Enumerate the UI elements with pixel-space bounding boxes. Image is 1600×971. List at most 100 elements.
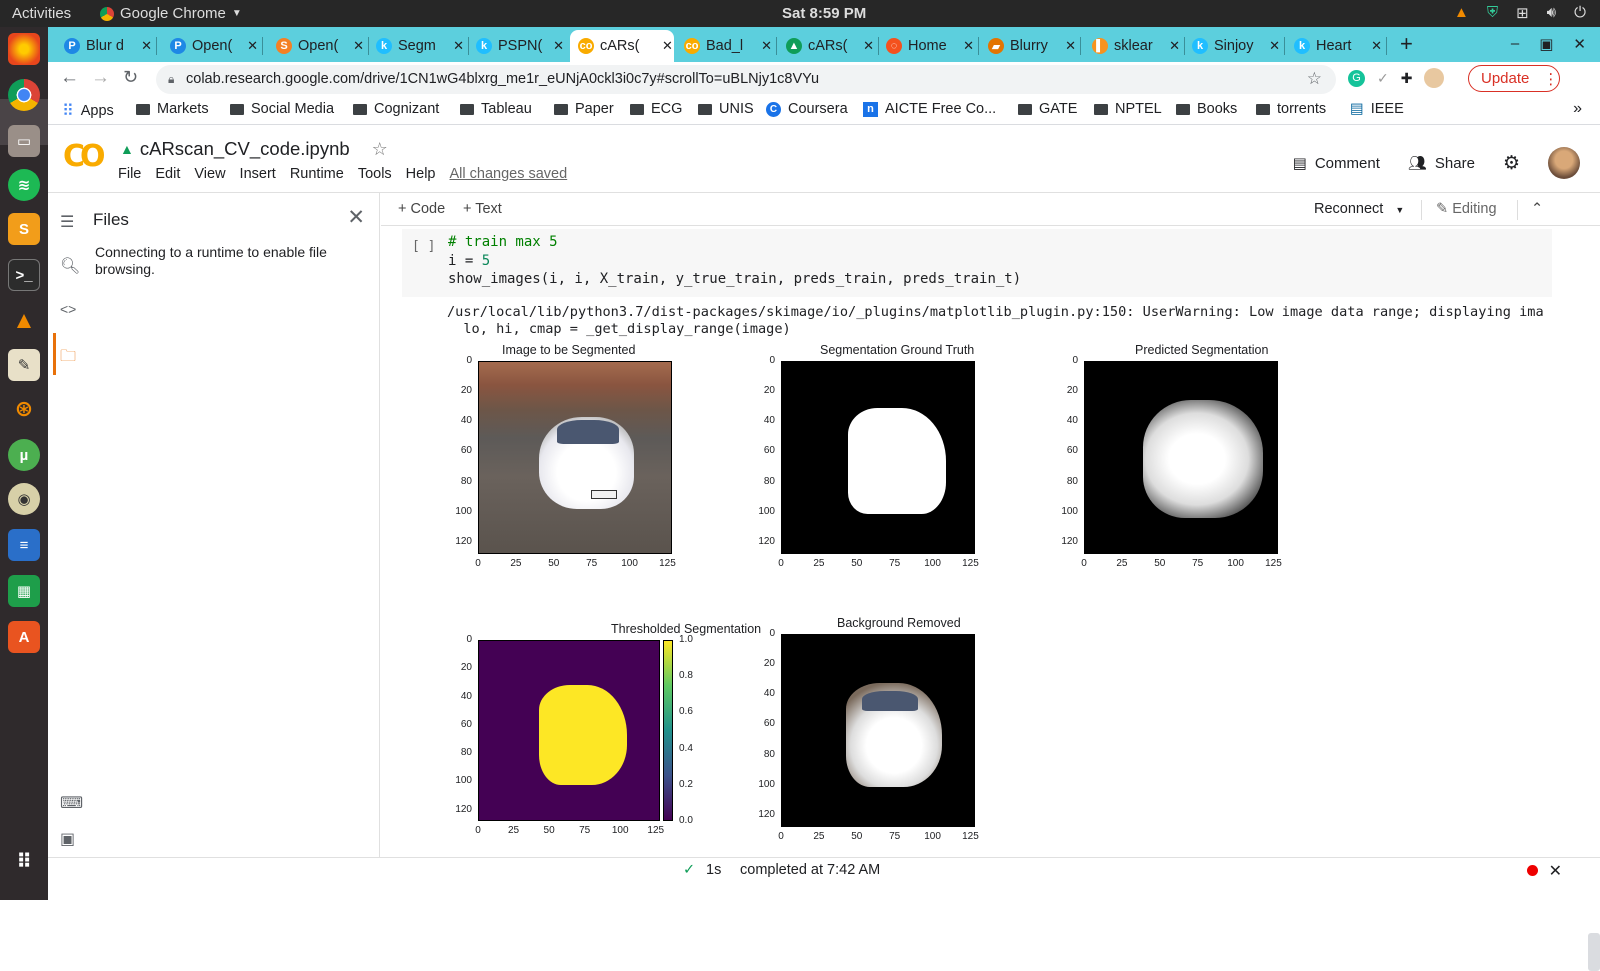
activities-button[interactable]: Activities [12,5,71,22]
volume-icon[interactable]: 🔊︎ [1547,4,1556,22]
collapse-chevron-up-icon[interactable]: ⌃ [1531,201,1543,217]
close-window-icon[interactable]: ✕ [1573,35,1586,53]
bookmark-books[interactable]: Books [1176,101,1237,117]
bookmark-ieee[interactable]: ▤ IEEE [1350,101,1404,117]
code-cell[interactable]: [ ] # train max 5 i = 5 show_images(i, i… [402,229,1552,297]
tab-8[interactable]: ▲ cARs(✕ [778,30,874,62]
minimize-icon[interactable]: – [1511,35,1519,53]
bookmarks-overflow-icon[interactable]: » [1573,100,1582,118]
bookmark-aicte-free-co[interactable]: n AICTE Free Co... [863,101,996,117]
update-button[interactable]: Update ⋮ [1468,65,1560,92]
check-extension-icon[interactable]: ✓ [1377,70,1389,87]
sublime-text-icon[interactable]: S [8,213,40,245]
tab-close-icon[interactable]: ✕ [553,38,564,54]
spotify-icon[interactable]: ≋ [8,169,40,201]
software-center-icon[interactable]: A [8,621,40,653]
terminal-panel-icon[interactable]: ▣ [60,829,75,849]
tab-7[interactable]: co Bad_l ✕ [676,30,772,62]
bookmark-torrents[interactable]: torrents [1256,101,1326,117]
tab-close-icon[interactable]: ✕ [247,38,258,54]
bookmark-unis[interactable]: UNIS [698,101,754,117]
reload-icon[interactable]: ↻ [123,67,138,88]
app-menu[interactable]: Google Chrome ▼ [100,5,242,22]
code-editor[interactable]: # train max 5 i = 5 show_images(i, i, X_… [448,233,1021,289]
address-bar[interactable]: 🔒︎ colab.research.google.com/drive/1CN1w… [156,65,1336,94]
clock[interactable]: Sat 8:59 PM [782,5,866,22]
toc-icon[interactable]: ☰ [60,212,74,232]
tab-close-icon[interactable]: ✕ [353,38,364,54]
terminal-icon[interactable]: >_ [8,259,40,291]
tab-close-icon[interactable]: ✕ [863,38,874,54]
new-tab-button[interactable]: + [1400,31,1413,57]
bookmark-ecg[interactable]: ECG [630,101,682,117]
tab-12[interactable]: k Sinjoy ✕ [1184,30,1280,62]
network-icon[interactable]: ⊞ [1516,4,1529,22]
bookmark-coursera[interactable]: C Coursera [766,101,848,117]
tab-11[interactable]: ▌ sklear ✕ [1084,30,1180,62]
reconnect-button[interactable]: Reconnect ▼ [1314,201,1404,217]
tab-close-icon[interactable]: ✕ [662,38,673,54]
bookmark-markets[interactable]: Markets [136,101,209,117]
url-text[interactable]: colab.research.google.com/drive/1CN1wG4b… [186,71,819,87]
tab-close-icon[interactable]: ✕ [453,38,464,54]
menu-tools[interactable]: Tools [358,166,392,182]
tab-6[interactable]: co cARs(✕ [570,30,674,62]
code-snippets-icon[interactable]: <> [60,301,76,317]
maximize-icon[interactable]: ▣ [1539,35,1553,53]
vlc-icon[interactable]: ▲ [8,305,40,337]
settings-gear-icon[interactable]: ⚙ [1503,152,1520,175]
tab-5[interactable]: k PSPN(✕ [468,30,564,62]
save-status[interactable]: All changes saved [450,166,568,182]
power-icon[interactable]: ⏻ [1574,4,1586,22]
show-apps-icon[interactable]: ⠿ [8,845,40,877]
writer-icon[interactable]: ≡ [8,529,40,561]
bookmark-nptel[interactable]: NPTEL [1094,101,1162,117]
menu-insert[interactable]: Insert [240,166,276,182]
shield-icon[interactable]: ⛨ [1487,4,1498,22]
user-avatar[interactable] [1548,147,1580,179]
bookmark-star-icon[interactable]: ☆ [1307,69,1322,89]
tab-9[interactable]: ◌ Home ✕ [878,30,974,62]
bookmark-tableau[interactable]: Tableau [460,101,532,117]
menu-view[interactable]: View [194,166,225,182]
tab-3[interactable]: S Open(✕ [268,30,364,62]
tab-10[interactable]: ▰ Blurry ✕ [980,30,1076,62]
files-manager-icon[interactable]: ▭ [8,125,40,157]
execution-status[interactable]: completed at 7:42 AM [740,862,880,878]
comment-button[interactable]: ▤ Comment [1293,154,1380,172]
bookmark-cognizant[interactable]: Cognizant [353,101,439,117]
tab-close-icon[interactable]: ✕ [1065,38,1076,54]
anaconda-icon[interactable]: ⊛ [8,393,40,425]
tab-close-icon[interactable]: ✕ [761,38,772,54]
search-icon[interactable]: 🔍︎ [60,256,80,276]
close-status-icon[interactable]: ✕ [1549,861,1562,881]
tab-4[interactable]: k Segm ✕ [368,30,464,62]
forward-icon[interactable]: → [91,67,110,89]
tab-close-icon[interactable]: ✕ [963,38,974,54]
chrome-dock-icon[interactable] [8,79,40,111]
puzzle-icon[interactable]: ✚ [1401,70,1413,87]
calc-icon[interactable]: ▦ [8,575,40,607]
bookmark-gate[interactable]: GATE [1018,101,1077,117]
share-button[interactable]: 👥︎ Share [1408,154,1475,172]
tab-close-icon[interactable]: ✕ [1169,38,1180,54]
system-tray[interactable]: ▲ ⛨ ⊞ 🔊︎ ⏻ [1454,4,1586,22]
menu-help[interactable]: Help [406,166,436,182]
bookmark-apps[interactable]: ⠿ Apps [62,101,114,121]
menu-runtime[interactable]: Runtime [290,166,344,182]
vertical-scrollbar[interactable] [1588,933,1600,971]
utorrent-icon[interactable]: µ [8,439,40,471]
tab-1[interactable]: P Blur d ✕ [56,30,152,62]
colab-logo[interactable]: CO [63,139,105,174]
profile-avatar-icon[interactable] [1424,68,1445,88]
command-palette-icon[interactable]: ⌨ [60,793,83,813]
star-icon[interactable]: ☆ [372,139,388,160]
menu-file[interactable]: File [118,166,141,182]
firefox-icon[interactable] [8,33,40,65]
close-icon[interactable]: ✕ [347,205,365,230]
folder-icon[interactable]: 🗀 [60,345,76,372]
editing-mode-button[interactable]: ✎ Editing [1436,201,1497,217]
tab-2[interactable]: P Open(✕ [162,30,258,62]
tab-close-icon[interactable]: ✕ [1269,38,1280,54]
grammarly-icon[interactable]: G [1348,69,1365,87]
